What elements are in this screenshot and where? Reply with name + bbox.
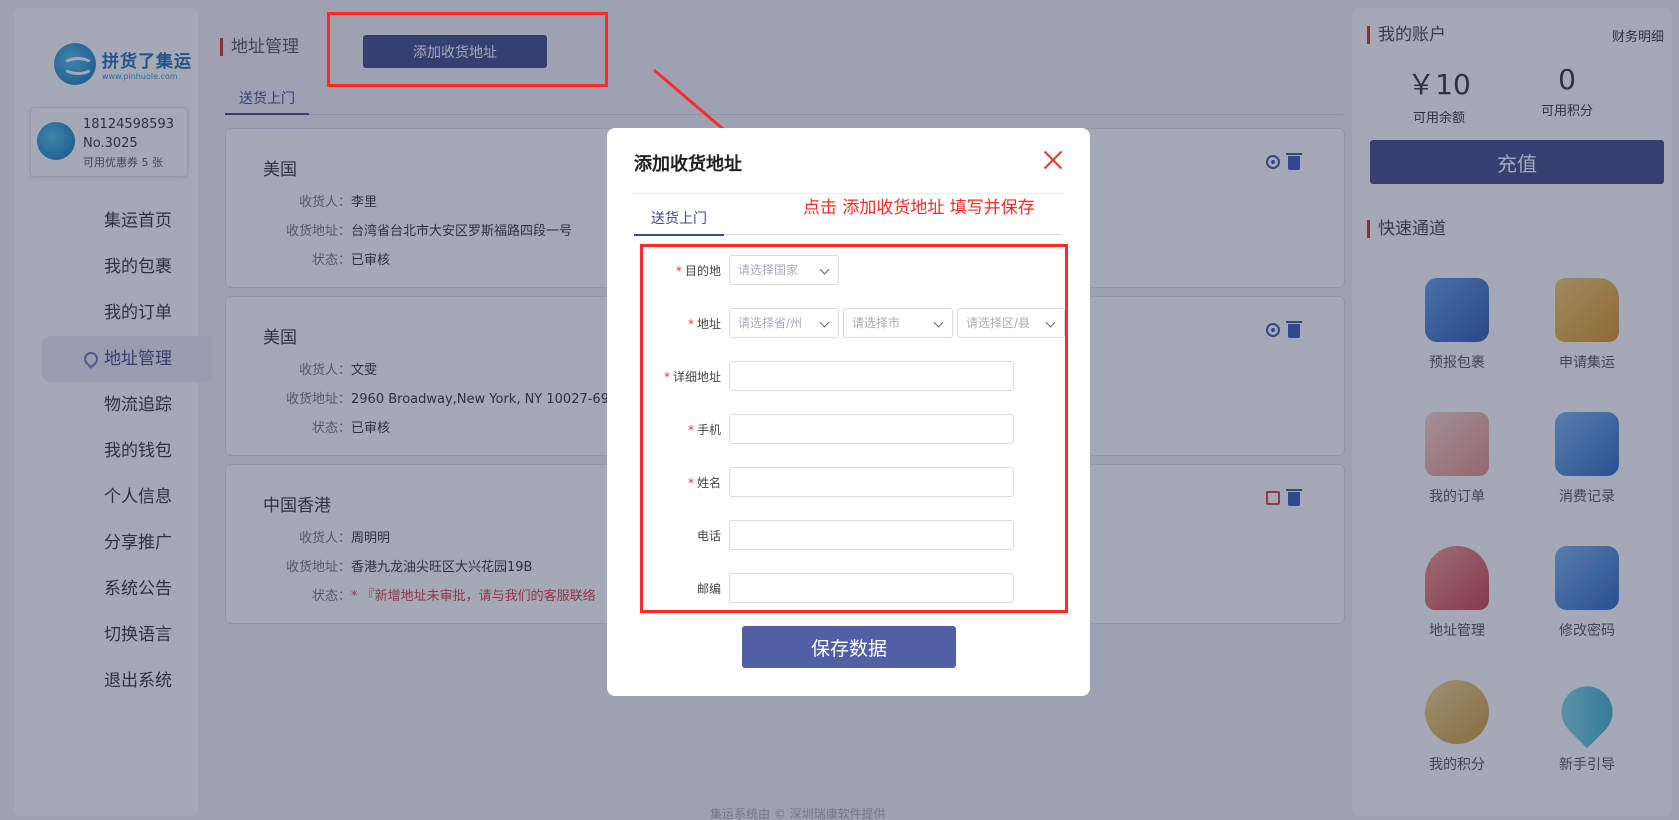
mobile-input[interactable] bbox=[729, 414, 1014, 444]
chevron-down-icon bbox=[1045, 317, 1056, 328]
dialog-title: 添加收货地址 bbox=[634, 154, 742, 175]
form-row-mobile: * 手机 bbox=[643, 414, 1067, 444]
zip-input[interactable] bbox=[729, 573, 1014, 603]
name-input[interactable] bbox=[729, 467, 1014, 497]
required-mark: * bbox=[687, 317, 694, 331]
mobile-label: 手机 bbox=[696, 423, 721, 437]
country-select-placeholder: 请选择国家 bbox=[738, 263, 799, 277]
required-mark: * bbox=[675, 264, 682, 278]
city-select[interactable]: 请选择市 bbox=[843, 308, 953, 338]
chevron-down-icon bbox=[819, 264, 830, 275]
annotation-hint: 点击 添加收货地址 填写并保存 bbox=[803, 198, 1035, 218]
chevron-down-icon bbox=[933, 317, 944, 328]
form-row-zip: 邮编 bbox=[643, 573, 1067, 603]
add-address-dialog: 添加收货地址 送货上门 点击 添加收货地址 填写并保存 * 目的地 请选择国家 *… bbox=[607, 128, 1090, 696]
form-row-detail: * 详细地址 bbox=[643, 361, 1067, 391]
required-mark: * bbox=[687, 476, 694, 490]
country-select[interactable]: 请选择国家 bbox=[729, 255, 839, 285]
zip-label: 邮编 bbox=[696, 582, 721, 596]
annotation-highlight-box bbox=[327, 12, 608, 87]
destination-label: 目的地 bbox=[684, 264, 721, 278]
phone-label: 电话 bbox=[696, 529, 721, 543]
detail-address-input[interactable] bbox=[729, 361, 1014, 391]
save-button[interactable]: 保存数据 bbox=[742, 626, 956, 668]
form-row-phone: 电话 bbox=[643, 520, 1067, 550]
close-icon[interactable] bbox=[1041, 148, 1065, 172]
chevron-down-icon bbox=[819, 317, 830, 328]
address-form: * 目的地 请选择国家 * 地址 请选择省/州 请选择市 请选择区/县 * 详细地址 … bbox=[640, 244, 1068, 613]
required-mark: * bbox=[687, 423, 694, 437]
form-row-name: * 姓名 bbox=[643, 467, 1067, 497]
required-mark: * bbox=[663, 370, 670, 384]
address-label: 地址 bbox=[696, 317, 721, 331]
district-select[interactable]: 请选择区/县 bbox=[957, 308, 1065, 338]
form-row-address: * 地址 请选择省/州 请选择市 请选择区/县 bbox=[643, 308, 1067, 338]
district-select-placeholder: 请选择区/县 bbox=[966, 316, 1031, 330]
name-label: 姓名 bbox=[696, 476, 721, 490]
tab-home-delivery[interactable]: 送货上门 bbox=[634, 208, 724, 236]
province-select[interactable]: 请选择省/州 bbox=[729, 308, 839, 338]
phone-input[interactable] bbox=[729, 520, 1014, 550]
province-select-placeholder: 请选择省/州 bbox=[738, 316, 803, 330]
detail-address-label: 详细地址 bbox=[672, 370, 721, 384]
city-select-placeholder: 请选择市 bbox=[852, 316, 901, 330]
form-row-destination: * 目的地 请选择国家 bbox=[643, 255, 1067, 285]
